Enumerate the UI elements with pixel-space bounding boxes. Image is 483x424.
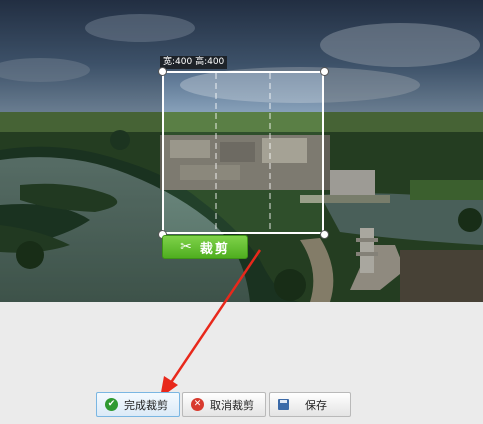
cancel-crop-label: 取消裁剪 [210, 398, 254, 412]
annotation-arrow [160, 249, 262, 398]
finish-crop-label: 完成裁剪 [124, 398, 168, 412]
check-icon: ✔ [105, 398, 118, 411]
save-button[interactable]: 保存 [269, 392, 351, 417]
save-label: 保存 [305, 398, 327, 412]
cancel-crop-button[interactable]: ✕ 取消裁剪 [182, 392, 266, 417]
crop-editor: 宽:400 高:400 ✂ 裁剪 ✔ 完成裁剪 ✕ 取消裁剪 保存 [0, 0, 483, 424]
save-icon [278, 399, 289, 410]
finish-crop-button[interactable]: ✔ 完成裁剪 [96, 392, 180, 417]
cancel-icon: ✕ [191, 398, 204, 411]
